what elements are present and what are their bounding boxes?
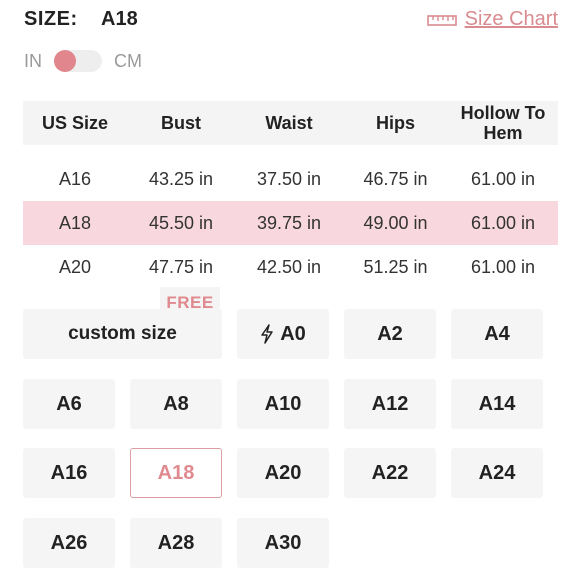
table-cell: 45.50 in	[148, 212, 214, 233]
size-button-a16[interactable]: A16	[23, 448, 115, 498]
size-button-a0[interactable]: A0	[237, 309, 329, 359]
size-button-label: A0	[280, 322, 306, 345]
size-button-a2[interactable]: A2	[344, 309, 436, 359]
table-cell: A18	[58, 212, 92, 233]
size-button-a4[interactable]: A4	[451, 309, 543, 359]
size-button-a10[interactable]: A10	[237, 379, 329, 429]
ruler-icon	[426, 13, 457, 27]
unit-toggle-row: IN CM	[24, 50, 142, 72]
column-header: Hollow To Hem	[460, 103, 546, 143]
size-button-a12[interactable]: A12	[344, 379, 436, 429]
column-header: Bust	[161, 113, 201, 133]
measurement-table: US Size Bust Waist Hips Hollow To Hem A1…	[23, 101, 558, 289]
size-button-a6[interactable]: A6	[23, 379, 115, 429]
size-button-a30[interactable]: A30	[237, 518, 329, 568]
table-row: A20 47.75 in 42.50 in 51.25 in 61.00 in	[23, 245, 558, 289]
size-button-a26[interactable]: A26	[23, 518, 115, 568]
column-header: US Size	[41, 113, 109, 133]
size-button-a28[interactable]: A28	[130, 518, 222, 568]
unit-cm-label[interactable]: CM	[114, 51, 142, 72]
column-header: Waist	[265, 113, 313, 133]
table-cell: 39.75 in	[256, 212, 322, 233]
size-button-a8[interactable]: A8	[130, 379, 222, 429]
size-button-a24[interactable]: A24	[451, 448, 543, 498]
table-cell: 61.00 in	[470, 168, 536, 189]
size-selector-page: SIZE: A18 Size Chart IN CM US Size Bust …	[0, 0, 580, 580]
size-label: SIZE:	[24, 8, 78, 30]
table-cell: 49.00 in	[363, 212, 428, 233]
table-cell: 42.50 in	[256, 256, 322, 277]
table-cell: A16	[58, 168, 92, 189]
table-cell: 51.25 in	[363, 256, 428, 277]
size-button-a22[interactable]: A22	[344, 448, 436, 498]
table-cell: 46.75 in	[363, 168, 428, 189]
unit-toggle-switch[interactable]	[54, 50, 102, 72]
size-chart-link[interactable]: Size Chart	[426, 8, 558, 31]
size-button-a14[interactable]: A14	[451, 379, 543, 429]
column-header: Hips	[375, 113, 415, 133]
table-cell: 47.75 in	[148, 256, 214, 277]
size-button-a20[interactable]: A20	[237, 448, 329, 498]
size-chart-label[interactable]: Size Chart	[465, 8, 558, 31]
unit-in-label[interactable]: IN	[24, 51, 42, 72]
table-cell: 37.50 in	[256, 168, 322, 189]
lightning-bolt-icon	[260, 324, 274, 344]
table-cell: A20	[58, 256, 92, 277]
size-button-a18-selected[interactable]: A18	[130, 448, 222, 498]
table-row: A16 43.25 in 37.50 in 46.75 in 61.00 in	[23, 157, 558, 201]
table-row-highlighted: A18 45.50 in 39.75 in 49.00 in 61.00 in	[23, 201, 558, 245]
selected-size-value: A18	[101, 8, 138, 30]
table-header-row: US Size Bust Waist Hips Hollow To Hem	[23, 101, 558, 145]
toggle-knob	[54, 50, 76, 72]
custom-size-button[interactable]: custom size	[23, 309, 222, 359]
table-cell: 43.25 in	[148, 168, 214, 189]
table-cell: 61.00 in	[470, 256, 536, 277]
table-cell: 61.00 in	[470, 212, 536, 233]
